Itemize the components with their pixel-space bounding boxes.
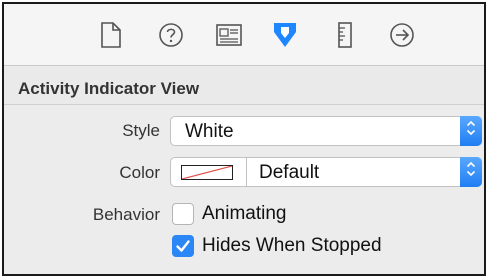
checkmark-icon bbox=[173, 236, 193, 256]
help-icon bbox=[158, 22, 184, 48]
chevron-up-down-icon bbox=[466, 119, 476, 143]
color-swatch bbox=[181, 165, 233, 180]
chevron-up-down-icon bbox=[466, 160, 476, 184]
connections-icon bbox=[389, 22, 415, 48]
identity-icon bbox=[216, 24, 242, 46]
style-stepper[interactable] bbox=[460, 116, 482, 146]
style-popup[interactable]: White bbox=[170, 116, 482, 146]
tab-identity-inspector[interactable] bbox=[214, 20, 244, 50]
ruler-icon bbox=[337, 22, 353, 48]
animating-label[interactable]: Animating bbox=[202, 203, 287, 225]
color-value: Default bbox=[259, 162, 320, 183]
tab-file-inspector[interactable] bbox=[96, 20, 126, 50]
animating-checkbox[interactable] bbox=[172, 203, 194, 225]
color-stepper[interactable] bbox=[460, 157, 482, 187]
tab-attributes-inspector[interactable] bbox=[270, 20, 300, 50]
style-value: White bbox=[185, 121, 234, 142]
color-popup[interactable]: Default bbox=[170, 157, 482, 187]
inspector-tab-bar bbox=[4, 4, 484, 66]
color-swatch-well[interactable] bbox=[171, 158, 247, 186]
section-header: Activity Indicator View bbox=[4, 67, 484, 105]
inspector-panel: Activity Indicator View Style White Colo… bbox=[2, 2, 486, 276]
behavior-label: Behavior bbox=[92, 205, 160, 224]
tab-size-inspector[interactable] bbox=[330, 20, 360, 50]
attributes-icon bbox=[272, 21, 298, 49]
style-label: Style bbox=[122, 121, 160, 140]
file-icon bbox=[100, 22, 122, 48]
hides-when-stopped-checkbox[interactable] bbox=[172, 235, 194, 257]
color-label: Color bbox=[119, 163, 160, 182]
tab-connections-inspector[interactable] bbox=[387, 20, 417, 50]
hides-when-stopped-label[interactable]: Hides When Stopped bbox=[202, 235, 382, 257]
tab-quick-help[interactable] bbox=[156, 20, 186, 50]
attributes-content: Style White Color Default Behavior Anima… bbox=[4, 106, 484, 274]
